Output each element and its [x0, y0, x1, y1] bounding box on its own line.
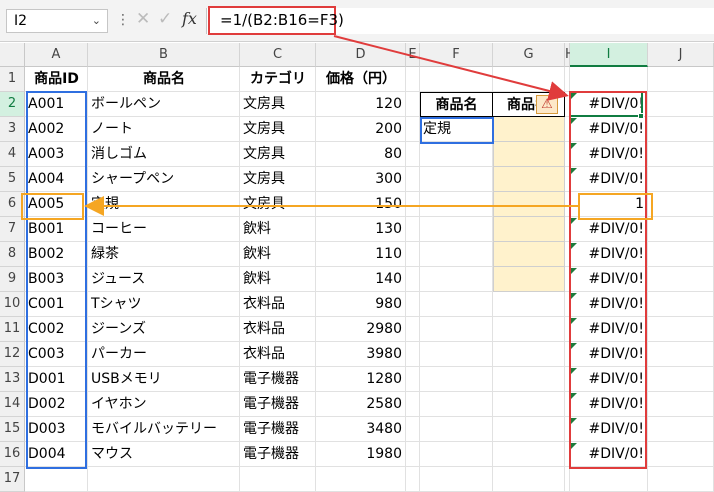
- formula-arrow: [333, 35, 569, 101]
- annotation-overlay: [84, 35, 578, 216]
